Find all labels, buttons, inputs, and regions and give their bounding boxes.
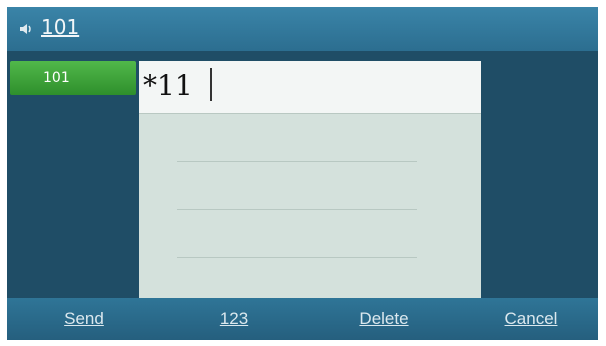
softkey-bar: Send 123 Delete Cancel	[7, 298, 598, 340]
dial-dialog: *11	[139, 61, 481, 299]
send-button[interactable]: Send	[24, 298, 144, 340]
divider-line	[177, 209, 417, 210]
delete-button[interactable]: Delete	[324, 298, 444, 340]
text-cursor	[210, 68, 212, 101]
input-mode-button[interactable]: 123	[174, 298, 294, 340]
divider-line	[177, 161, 417, 162]
dial-input-field[interactable]: *11	[139, 61, 481, 114]
account-button[interactable]: 101	[10, 61, 136, 95]
phone-screen: 101 101 *11 Send 123 Delete Cancel	[7, 7, 598, 340]
speaker-icon	[19, 21, 33, 35]
cancel-button[interactable]: Cancel	[471, 298, 591, 340]
dial-input-value: *11	[143, 69, 193, 102]
title-bar: 101	[7, 7, 598, 51]
divider-line	[177, 257, 417, 258]
title-text: 101	[41, 15, 80, 39]
